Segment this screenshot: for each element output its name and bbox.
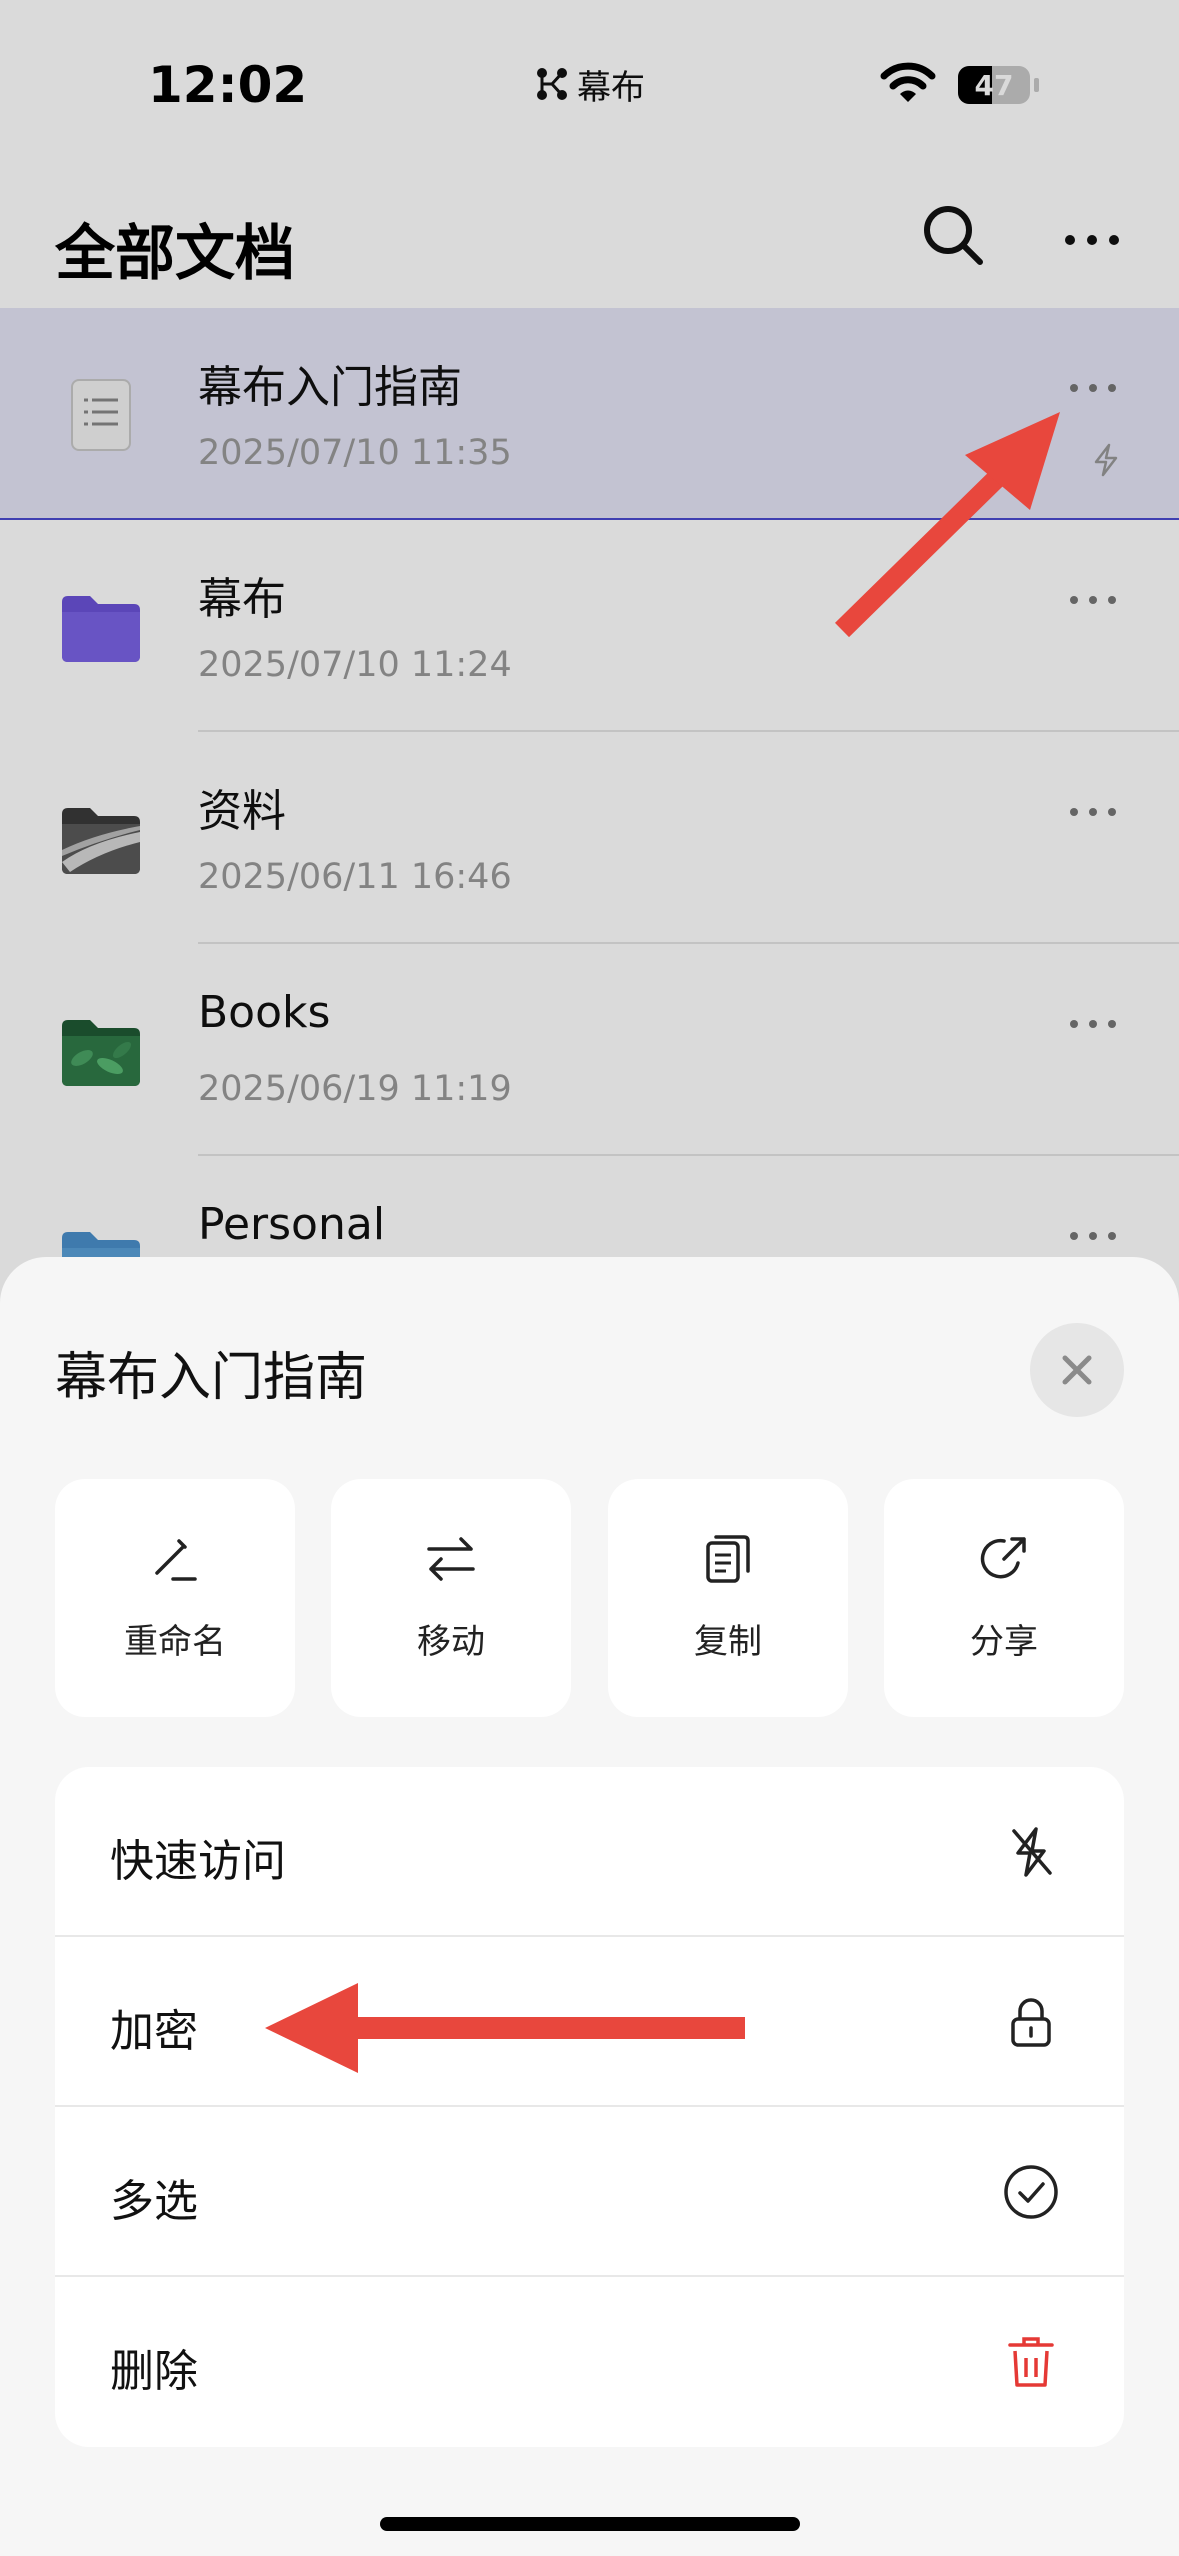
pencil-icon	[155, 1539, 197, 1581]
menu-item-label: 加密	[110, 2006, 198, 2057]
copy-button[interactable]: 复制	[608, 1479, 848, 1717]
rename-label: 重命名	[124, 1622, 226, 1662]
copy-icon	[706, 1535, 750, 1583]
check-circle-icon	[1004, 2165, 1058, 2219]
action-sheet: 幕布入门指南 重命名 移动 复制 分享 快速访问 加密 多选 删除	[0, 1257, 1179, 2556]
share-button[interactable]: 分享	[884, 1479, 1124, 1717]
menu-item-label: 快速访问	[110, 1836, 286, 1887]
share-label: 分享	[970, 1622, 1038, 1662]
menu-item-quick-access[interactable]: 快速访问	[55, 1767, 1124, 1937]
menu-item-label: 删除	[110, 2346, 198, 2397]
move-label: 移动	[417, 1622, 485, 1662]
lock-icon	[1011, 1998, 1051, 2047]
arrows-swap-icon	[427, 1537, 475, 1581]
move-button[interactable]: 移动	[331, 1479, 571, 1717]
sheet-title: 幕布入门指南	[55, 1348, 368, 1408]
rename-button[interactable]: 重命名	[55, 1479, 295, 1717]
menu-item-multi-select[interactable]: 多选	[55, 2107, 1124, 2277]
share-icon	[980, 1537, 1026, 1579]
close-icon	[1062, 1355, 1092, 1385]
trash-icon	[1008, 2337, 1054, 2387]
sheet-menu: 快速访问 加密 多选 删除	[55, 1767, 1124, 2447]
menu-item-encrypt[interactable]: 加密	[55, 1937, 1124, 2107]
close-button[interactable]	[1030, 1323, 1124, 1417]
quick-access-off-icon	[1012, 1827, 1052, 1877]
menu-item-label: 多选	[110, 2176, 198, 2227]
menu-item-delete[interactable]: 删除	[55, 2277, 1124, 2447]
copy-label: 复制	[694, 1622, 762, 1662]
home-indicator[interactable]	[380, 2517, 800, 2531]
